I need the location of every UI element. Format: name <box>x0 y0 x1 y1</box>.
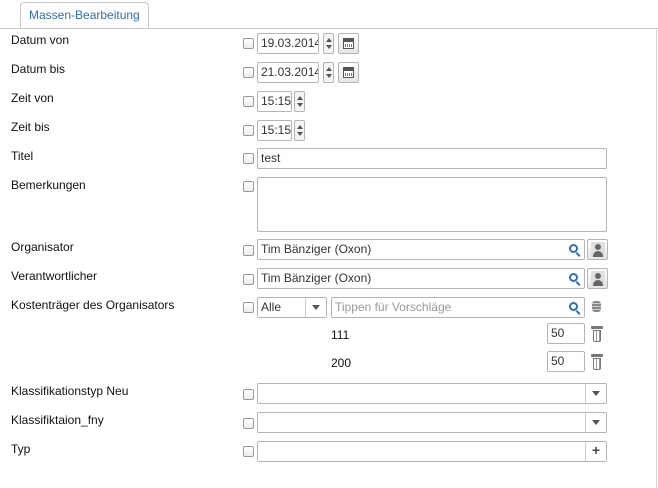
organisator-label: Organisator <box>11 240 74 254</box>
search-icon[interactable] <box>569 244 578 253</box>
person-icon <box>591 271 605 286</box>
plus-icon[interactable]: + <box>585 442 606 461</box>
zeit-von-input[interactable]: 15:15 <box>257 91 292 112</box>
datum-bis-label: Datum bis <box>11 62 66 76</box>
organisator-value: Tim Bänziger (Oxon) <box>261 242 372 256</box>
klassifiktaion-fny-select[interactable] <box>257 412 607 433</box>
klassifikationstyp-checkbox[interactable] <box>243 389 254 400</box>
kostentraeger-row-amount-input[interactable]: 50 <box>547 351 585 372</box>
zeit-bis-label: Zeit bis <box>11 120 50 134</box>
datum-bis-calendar-button[interactable] <box>338 62 359 83</box>
datum-bis-spinner[interactable] <box>323 62 334 83</box>
kostentraeger-filter-select[interactable]: Alle <box>257 297 327 318</box>
kostentraeger-row-code: 111 <box>331 328 350 342</box>
zeit-bis-spinner[interactable] <box>294 120 305 141</box>
tab-bar: Massen-Bearbeitung <box>0 0 658 29</box>
verantwortlicher-checkbox[interactable] <box>243 274 254 285</box>
zeit-bis-input[interactable]: 15:15 <box>257 120 292 141</box>
organisator-checkbox[interactable] <box>243 245 254 256</box>
trash-icon[interactable] <box>589 325 605 343</box>
zeit-bis-checkbox[interactable] <box>243 125 254 136</box>
organisator-input[interactable]: Tim Bänziger (Oxon) <box>257 239 585 260</box>
datum-von-spinner[interactable] <box>323 33 334 54</box>
search-icon[interactable] <box>569 302 578 311</box>
kostentraeger-label: Kostenträger des Organisators <box>11 298 175 312</box>
zeit-von-label: Zeit von <box>11 91 54 105</box>
typ-checkbox[interactable] <box>243 446 254 457</box>
verantwortlicher-value: Tim Bänziger (Oxon) <box>261 271 372 285</box>
kostentraeger-filter-value: Alle <box>261 300 282 314</box>
kostentraeger-placeholder: Tippen für Vorschläge <box>335 300 452 314</box>
search-icon[interactable] <box>569 273 578 282</box>
datum-bis-input[interactable]: 21.03.2014 <box>257 62 319 83</box>
klassifiktaion-fny-label: Klassifiktaion_fny <box>11 413 104 427</box>
chevron-down-icon[interactable] <box>305 298 326 317</box>
kostentraeger-coins-button[interactable] <box>587 297 608 318</box>
datum-von-label: Datum von <box>11 33 70 47</box>
typ-label: Typ <box>11 442 31 456</box>
typ-select[interactable]: + <box>257 441 607 462</box>
organisator-person-button[interactable] <box>587 239 608 260</box>
titel-checkbox[interactable] <box>243 153 254 164</box>
chevron-down-icon[interactable] <box>585 384 606 403</box>
verantwortlicher-label: Verantwortlicher <box>11 269 98 283</box>
datum-von-input[interactable]: 19.03.2014 <box>257 33 319 54</box>
zeit-von-checkbox[interactable] <box>243 96 254 107</box>
tab-massen-bearbeitung[interactable]: Massen-Bearbeitung <box>20 2 149 28</box>
verantwortlicher-person-button[interactable] <box>587 268 608 289</box>
datum-von-checkbox[interactable] <box>243 38 254 49</box>
calendar-icon <box>343 38 354 49</box>
zeit-von-spinner[interactable] <box>294 91 305 112</box>
datum-von-calendar-button[interactable] <box>338 33 359 54</box>
chevron-down-icon[interactable] <box>585 413 606 432</box>
kostentraeger-row-amount-input[interactable]: 50 <box>547 323 585 344</box>
verantwortlicher-input[interactable]: Tim Bänziger (Oxon) <box>257 268 585 289</box>
klassifikationstyp-select[interactable] <box>257 383 607 404</box>
kostentraeger-search-input[interactable]: Tippen für Vorschläge <box>331 297 585 318</box>
trash-icon[interactable] <box>589 353 605 371</box>
klassifikationstyp-label: Klassifikationstyp Neu <box>11 384 129 398</box>
klassifiktaion-fny-checkbox[interactable] <box>243 418 254 429</box>
kostentraeger-row-code: 200 <box>331 356 352 370</box>
bemerkungen-textarea[interactable] <box>257 177 607 232</box>
calendar-icon <box>343 67 354 78</box>
titel-label: Titel <box>11 149 34 163</box>
person-icon <box>591 242 605 257</box>
coins-icon <box>592 301 601 312</box>
bemerkungen-checkbox[interactable] <box>243 181 254 192</box>
titel-input[interactable]: test <box>257 148 607 169</box>
kostentraeger-checkbox[interactable] <box>243 302 254 313</box>
datum-bis-checkbox[interactable] <box>243 67 254 78</box>
bemerkungen-label: Bemerkungen <box>11 178 86 192</box>
